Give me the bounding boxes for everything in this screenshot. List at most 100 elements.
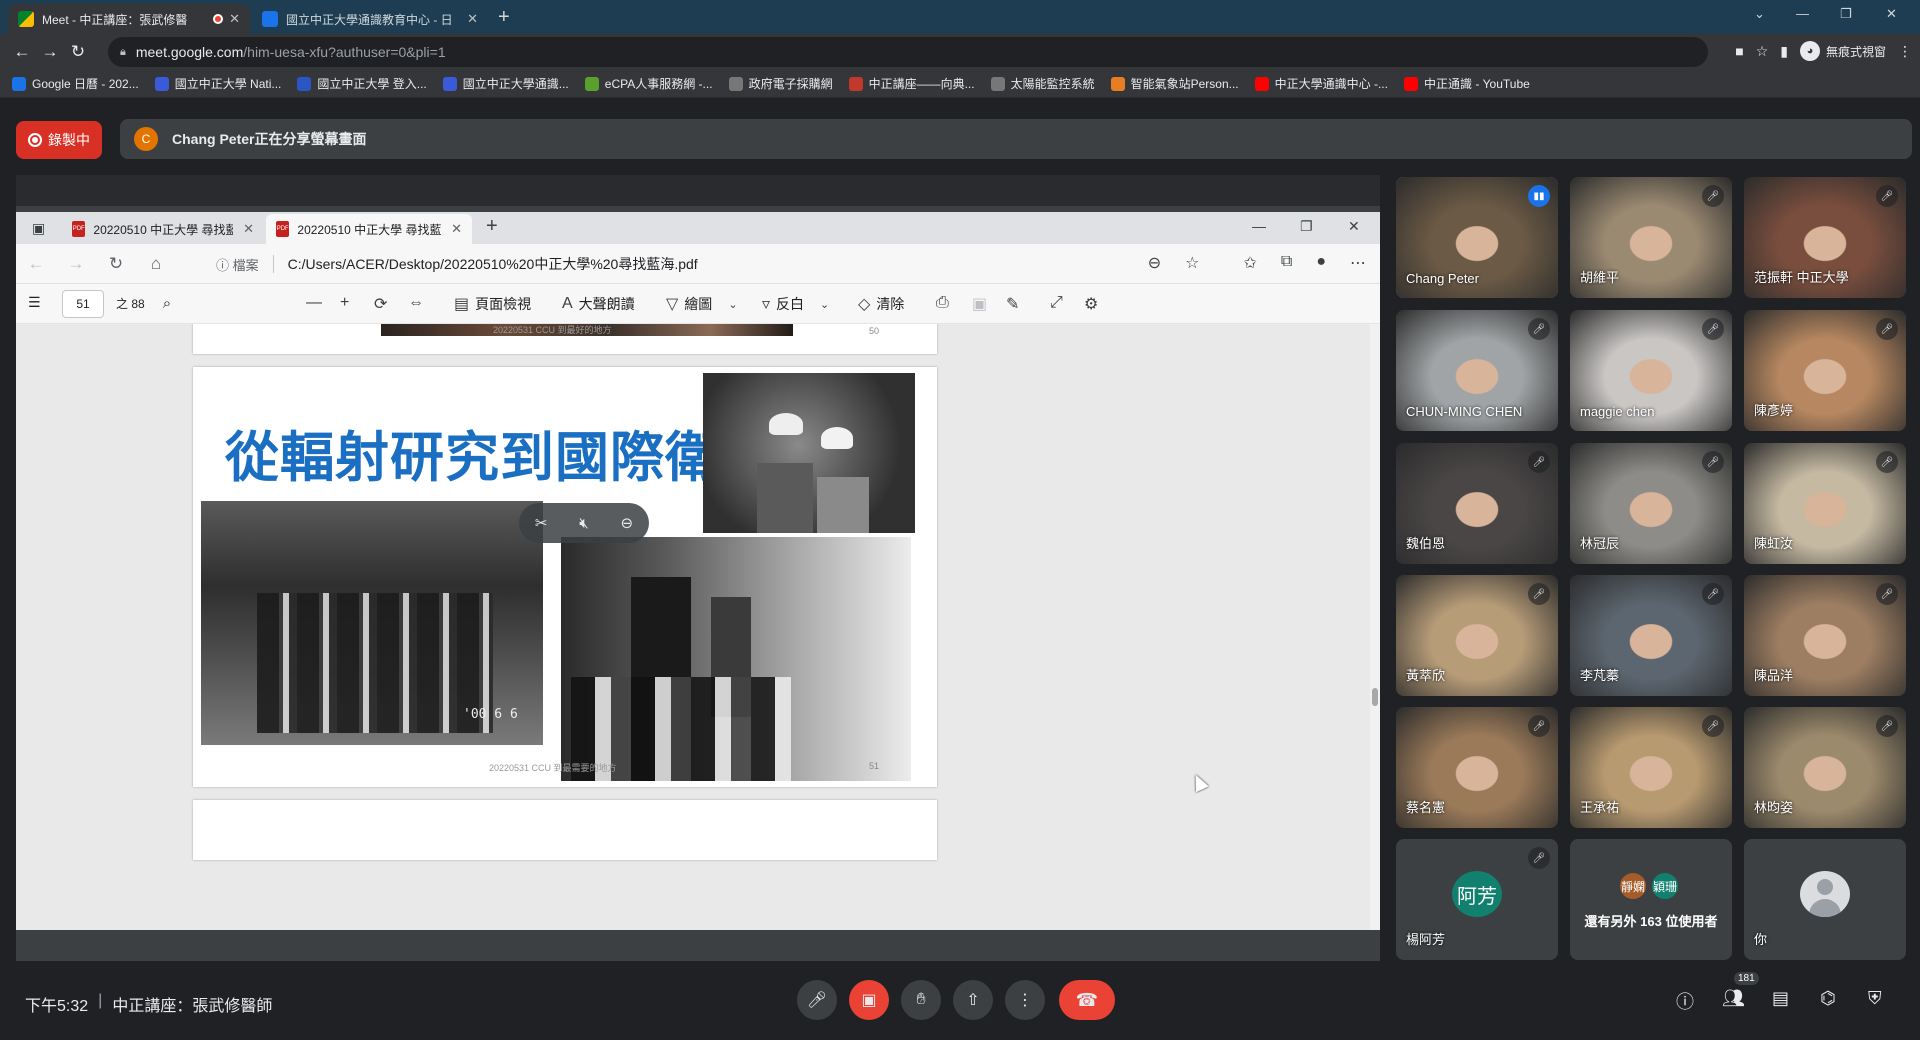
participant-tile[interactable]: 🎤︎ 陳彥婷 xyxy=(1744,310,1906,431)
activities-icon[interactable]: ⌬ xyxy=(1820,988,1836,1009)
erase-button[interactable]: ◇ 清除 xyxy=(858,294,904,314)
settings-more-icon[interactable]: ⋯ xyxy=(1350,253,1366,273)
minimize-icon[interactable]: — xyxy=(1252,218,1266,234)
reload-icon[interactable]: ↻ xyxy=(64,42,92,62)
participant-tile[interactable]: 🎤︎ 阿芳 楊阿芳 xyxy=(1396,839,1558,960)
tab-actions-icon[interactable]: ▣ xyxy=(32,220,45,237)
close-tab-icon[interactable]: ✕ xyxy=(243,221,254,237)
chevron-down-icon[interactable]: ⌄ xyxy=(728,298,737,311)
bookmark-item[interactable]: 國立中正大學 登入... xyxy=(297,75,427,92)
host-controls-icon[interactable]: ⛨ xyxy=(1868,988,1882,1009)
zoom-in-icon[interactable]: + xyxy=(340,294,349,312)
bookmark-item[interactable]: 中正講座——向典... xyxy=(848,75,975,92)
camera-icon[interactable]: ■ xyxy=(1735,43,1743,59)
participant-tile[interactable]: 🎤︎ 李芃蓁 xyxy=(1570,575,1732,696)
scroll-thumb[interactable] xyxy=(1372,688,1378,706)
profile-icon[interactable]: ● xyxy=(1316,253,1326,273)
collections-icon[interactable]: ⧉ xyxy=(1281,253,1292,273)
participant-tile[interactable]: 🎤︎ maggie chen xyxy=(1570,310,1732,431)
people-icon[interactable]: 👥︎ xyxy=(1722,988,1745,1009)
print-icon[interactable]: ⎙ xyxy=(936,294,949,312)
participant-tile[interactable]: 🎤︎ 王承祐 xyxy=(1570,707,1732,828)
page-number-input[interactable]: 51 xyxy=(62,289,104,318)
zoom-icon[interactable]: ⊖ xyxy=(1148,253,1161,273)
mute-audio-icon[interactable]: 🔇︎ xyxy=(579,515,588,532)
pdf-settings-icon[interactable]: ⚙ xyxy=(1084,294,1098,314)
participant-tile[interactable]: 🎤︎ 胡維平 xyxy=(1570,177,1732,298)
close-tab-icon[interactable]: ✕ xyxy=(229,11,240,27)
present-button[interactable]: ⇧ xyxy=(953,980,993,1020)
page-view-button[interactable]: ▤ 頁面檢視 xyxy=(454,294,531,314)
back-icon[interactable]: ← xyxy=(8,42,36,62)
incognito-indicator[interactable]: ◕ 無痕式視窗 xyxy=(1799,41,1886,61)
close-window-icon[interactable]: ✕ xyxy=(1886,6,1897,22)
bookmark-star-icon[interactable]: ☆ xyxy=(1756,43,1769,60)
bookmark-item[interactable]: eCPA人事服務網 -... xyxy=(584,75,713,92)
restore-icon[interactable]: ❐ xyxy=(1840,6,1852,22)
info-icon[interactable]: ⓘ xyxy=(1676,988,1694,1014)
address-bar[interactable]: 🔒︎ meet.google.com/him-uesa-xfu?authuser… xyxy=(108,37,1708,67)
new-tab-icon[interactable]: + xyxy=(486,215,498,238)
leave-call-button[interactable]: ☎︎ xyxy=(1059,980,1115,1020)
search-icon[interactable]: ⌕ xyxy=(163,295,171,312)
recording-button[interactable]: 錄製中 xyxy=(16,121,102,159)
edge-tab-1[interactable]: PDF 20220510 中正大學 尋找藍海.pd ✕ xyxy=(62,214,264,244)
participant-tile[interactable]: 🎤︎ 蔡名憲 xyxy=(1396,707,1558,828)
back-icon[interactable]: ← xyxy=(16,254,56,274)
rotate-icon[interactable]: ⟳ xyxy=(374,294,387,314)
fit-page-icon[interactable]: ⇔ xyxy=(408,294,424,312)
participant-tile[interactable]: 🎤︎ 陳品洋 xyxy=(1744,575,1906,696)
bookmark-item[interactable]: 中正大學通識中心 -... xyxy=(1254,75,1388,92)
restore-icon[interactable]: ❐ xyxy=(1300,218,1313,235)
close-tab-icon[interactable]: ✕ xyxy=(467,11,478,27)
microphone-button[interactable]: 🎤︎ xyxy=(797,980,837,1020)
bookmark-item[interactable]: 智能氣象站Person... xyxy=(1110,75,1239,92)
more-options-button[interactable]: ⋮ xyxy=(1005,980,1045,1020)
participant-tile[interactable]: 🎤︎ 林昀姿 xyxy=(1744,707,1906,828)
participant-tile[interactable]: 🎤︎ CHUN-MING CHEN xyxy=(1396,310,1558,431)
save-as-icon[interactable]: ✎ xyxy=(1006,294,1019,314)
contents-icon[interactable]: ☰ xyxy=(28,294,41,311)
fullscreen-icon[interactable]: ⤢ xyxy=(1050,294,1063,312)
participant-tile[interactable]: 🎤︎ 黃萃欣 xyxy=(1396,575,1558,696)
close-window-icon[interactable]: ✕ xyxy=(1348,218,1360,235)
close-tab-icon[interactable]: ✕ xyxy=(451,221,462,237)
tab-search-icon[interactable]: ⌄ xyxy=(1754,6,1765,22)
chat-icon[interactable]: ▤ xyxy=(1772,988,1789,1009)
bookmark-item[interactable]: 中正通識 - YouTube xyxy=(1403,75,1530,92)
bookmark-item[interactable]: 太陽能監控系統 xyxy=(990,75,1095,92)
highlight-button[interactable]: ▿ 反白 ⌄ xyxy=(762,294,829,314)
bookmark-item[interactable]: 政府電子採購網 xyxy=(728,75,833,92)
participant-tile[interactable]: ▮▮ Chang Peter xyxy=(1396,177,1558,298)
side-panel-icon[interactable]: ▮ xyxy=(1780,43,1788,60)
more-participants-tile[interactable]: 靜嫻 穎珊 還有另外 163 位使用者 xyxy=(1570,839,1732,960)
participant-tile[interactable]: 🎤︎ 林冠辰 xyxy=(1570,443,1732,564)
favorite-star-icon[interactable]: ☆ xyxy=(1185,253,1199,273)
pdf-viewer[interactable]: 20220531 CCU 到最好的地方 50 從輻射研究到國際衛生 '00 6 … xyxy=(16,324,1370,930)
self-tile[interactable]: 你 xyxy=(1744,839,1906,960)
pdf-scrollbar[interactable] xyxy=(1370,324,1380,930)
bookmark-item[interactable]: Google 日曆 - 202... xyxy=(12,75,139,92)
remove-icon[interactable]: ⊖ xyxy=(621,514,634,532)
pin-icon[interactable]: ✂︎ xyxy=(535,514,548,532)
new-tab-icon[interactable]: + xyxy=(498,6,510,29)
favorites-icon[interactable]: ✩ xyxy=(1243,253,1256,273)
save-icon[interactable]: ▣ xyxy=(972,294,987,314)
reload-icon[interactable]: ↻ xyxy=(96,254,136,274)
forward-icon[interactable]: → xyxy=(56,254,96,274)
participant-tile[interactable]: 🎤︎ 陳虹汝 xyxy=(1744,443,1906,564)
participant-tile[interactable]: 🎤︎ 魏伯恩 xyxy=(1396,443,1558,564)
home-icon[interactable]: ⌂ xyxy=(136,254,176,274)
browser-tab-meet[interactable]: Meet - 中正講座：張武修醫 ✕ xyxy=(8,4,250,34)
draw-button[interactable]: ▽ 繪圖 ⌄ xyxy=(666,294,738,314)
zoom-out-icon[interactable]: — xyxy=(306,294,322,312)
bookmark-item[interactable]: 國立中正大學 Nati... xyxy=(154,75,281,92)
forward-icon[interactable]: → xyxy=(36,42,64,62)
browser-tab-ccu[interactable]: 國立中正大學通識教育中心 - 日 ✕ xyxy=(252,4,488,34)
read-aloud-button[interactable]: A 大聲朗讀 xyxy=(562,294,635,314)
participant-tile[interactable]: 🎤︎ 范振軒 中正大學 xyxy=(1744,177,1906,298)
edge-address-bar[interactable]: ⓘ 檔案 C:/Users/ACER/Desktop/20220510%20中正… xyxy=(216,249,1176,279)
menu-icon[interactable]: ⋮ xyxy=(1898,43,1912,60)
raise-hand-button[interactable]: ✋︎ xyxy=(901,980,941,1020)
minimize-icon[interactable]: — xyxy=(1796,6,1809,21)
